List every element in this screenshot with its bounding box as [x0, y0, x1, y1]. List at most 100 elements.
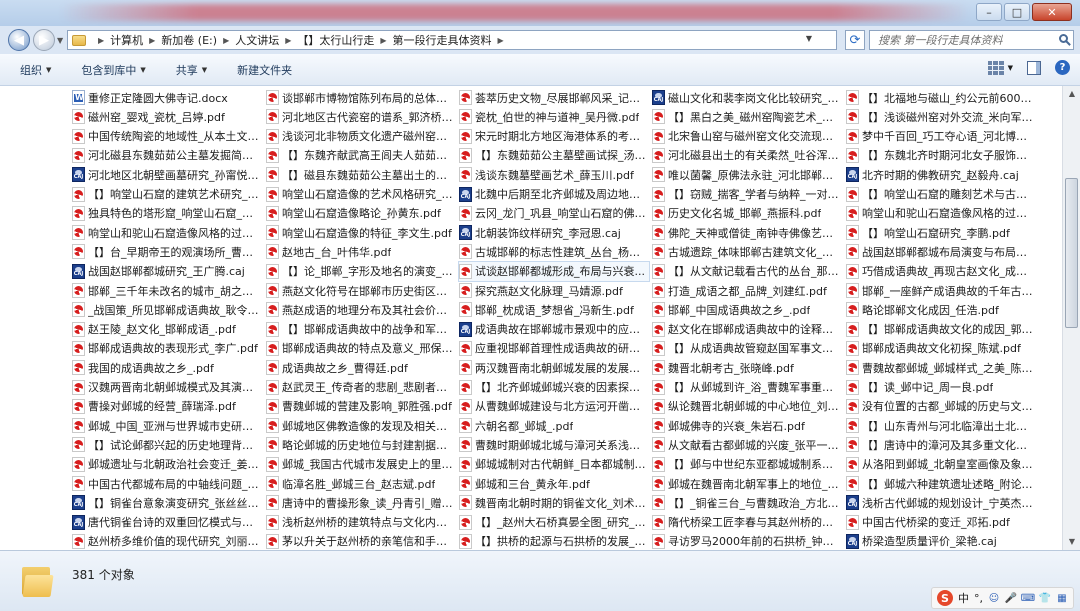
file-item[interactable]: 浅析古代邺城的规划设计_宁英杰.caj [846, 493, 1036, 512]
file-item[interactable]: 赵武灵王_传奇者的悲剧_悲剧者的传... [266, 378, 456, 397]
file-item[interactable]: 略论邯郸文化成因_任浩.pdf [846, 300, 1036, 319]
file-item[interactable]: 河北地区古代瓷窑的谱系_郭济桥.pdf [266, 107, 456, 126]
file-item[interactable]: 六朝名都_邺城_.pdf [459, 416, 649, 435]
file-item[interactable]: 北朝装饰纹样研究_李冠恩.caj [459, 223, 649, 242]
file-item[interactable]: 邯郸_三千年未改名的城市_胡之役.pdf [72, 281, 262, 300]
breadcrumb-separator-icon[interactable]: ▶ [380, 36, 386, 45]
breadcrumb-separator-icon[interactable]: ▶ [98, 36, 104, 45]
file-item[interactable]: 【】_赵州大石桥真晏全图_研究_王... [459, 513, 649, 532]
scrollbar-thumb[interactable] [1065, 178, 1078, 328]
file-item[interactable]: 从洛阳到邺城_北朝皇室画像及象征... [846, 455, 1036, 474]
file-item[interactable]: 【】读_邺中记_周一良.pdf [846, 378, 1036, 397]
microphone-icon[interactable]: 🎤 [1005, 592, 1017, 604]
file-item[interactable]: 北魏中后期至北齐邺城及周边地区造... [459, 185, 649, 204]
file-item[interactable]: 从文献看古都邺城的兴废_张平一.pdf [652, 435, 842, 454]
file-item[interactable]: 河北地区北朝壁画墓研究_孙甯悦.caj [72, 165, 262, 184]
file-item[interactable]: 战国赵邯郸都城布局演变与布局研究... [846, 242, 1036, 261]
file-item[interactable]: 邺城地区佛教造像的发现及相关问题... [266, 416, 456, 435]
file-item[interactable]: 成语典故在邯郸城市景观中的应用研... [459, 320, 649, 339]
file-item[interactable]: 云冈_龙门_巩县_响堂山石窟的佛衣... [459, 204, 649, 223]
file-item[interactable]: 【】山东青州与河北临漳出土北齐石... [846, 416, 1036, 435]
file-item[interactable]: 古城遗踪_体味邯郸古建筑文化_李爱... [652, 242, 842, 261]
file-item[interactable]: 邺城和三台_黄永年.pdf [459, 474, 649, 493]
organize-menu[interactable]: 组织 ▼ [10, 54, 61, 85]
file-item[interactable]: 曹魏时期邺城北城与漳河关系浅析_张... [459, 435, 649, 454]
file-item[interactable]: 邯郸_枕成语_梦想省_冯新生.pdf [459, 300, 649, 319]
file-item[interactable]: 谈邯郸市博物馆陈列布局的总体设计... [266, 88, 456, 107]
file-item[interactable]: 邯郸成语典故文化初探_陈斌.pdf [846, 339, 1036, 358]
file-item[interactable]: 【】台_早期帝王的观演场所_曹飞.pdf [72, 242, 262, 261]
file-item[interactable]: 唐代铜雀台诗的双重回忆模式与宫怨... [72, 513, 262, 532]
file-item[interactable]: 赵州桥多维价值的现代研究_刘丽.pdf [72, 532, 262, 550]
share-menu[interactable]: 共享 ▼ [166, 54, 217, 85]
file-item[interactable]: 【】从邺城到许_浴_曹魏军事重心区... [652, 378, 842, 397]
file-item[interactable]: 【】邺与中世纪东亚都城城制系统_... [652, 455, 842, 474]
file-item[interactable]: 响堂山石窟造像的艺术风格研究_李... [266, 185, 456, 204]
file-item[interactable]: 成语典故之乡_曹得廷.pdf [266, 358, 456, 377]
search-input[interactable] [876, 32, 1050, 48]
file-item[interactable]: 北宋鲁山窑与磁州窑文化交流现象之... [652, 127, 842, 146]
breadcrumb-separator-icon[interactable]: ▶ [149, 36, 155, 45]
file-item[interactable]: 北齐时期的佛教研究_赵毅舟.caj [846, 165, 1036, 184]
address-bar[interactable]: ▶ 计算机 ▶ 新加卷 (E:) ▶ 人文讲坛 ▶ 【】太行山行走 ▶ 第一段行走具体资料 ▶ ▼ [67, 30, 837, 50]
file-item[interactable]: 【】邯郸成语典故中的战争和军事史... [266, 320, 456, 339]
file-item[interactable]: 中国古代桥梁的变迁_邓拓.pdf [846, 513, 1036, 532]
file-item[interactable]: 应重视邯郸首理性成语典故的研究_... [459, 339, 649, 358]
file-item[interactable]: 响堂山石窟造像的特征_李文生.pdf [266, 223, 456, 242]
file-item[interactable]: 【】唐诗中的漳河及其多重文化意蕴... [846, 435, 1036, 454]
file-item[interactable]: 魏晋北朝考古_张晓峰.pdf [652, 358, 842, 377]
file-item[interactable]: 【】铜雀台意象演变研究_张丝丝.caj [72, 493, 262, 512]
file-item[interactable]: 独具特色的塔形窟_响堂山石窟_唐仲... [72, 204, 262, 223]
file-item[interactable]: 古城邯郸的标志性建筑_丛台_杨葳.pdf [459, 242, 649, 261]
file-item[interactable]: 【】从成语典故管窥赵国军事文化_... [652, 339, 842, 358]
file-item[interactable]: 【】窃贼_揣客_学者与纳粹_一对明... [652, 185, 842, 204]
file-item[interactable]: 邺城在魏晋南北朝军事上的地位_杨... [652, 474, 842, 493]
file-item[interactable]: 寻访罗马2000年前的石拱桥_钟本俊... [652, 532, 842, 550]
file-item[interactable]: 宋元时期北方地区海港体系的考古学... [459, 127, 649, 146]
file-item[interactable]: 【】东魏茹茹公主墓壁画试探_汤池... [459, 146, 649, 165]
file-item[interactable]: 燕赵文化符号在邯郸市历史街区改造... [266, 281, 456, 300]
minimize-button[interactable]: – [976, 3, 1002, 21]
file-item[interactable]: 历史文化名城_邯郸_燕振科.pdf [652, 204, 842, 223]
file-item[interactable]: 磁州窑_婴戏_瓷枕_吕婷.pdf [72, 107, 262, 126]
file-item[interactable]: 响堂山和驼山石窟造像风格的过渡特... [846, 204, 1036, 223]
file-item[interactable]: 【】论_邯郸_字形及地名的演变_杜... [266, 262, 456, 281]
file-item[interactable]: 【】北齐邺城邺城兴衰的因素探析_... [459, 378, 649, 397]
scroll-up-icon[interactable]: ▲ [1065, 86, 1079, 102]
recent-pages-dropdown[interactable]: ▼ [57, 36, 63, 45]
file-item[interactable]: 中国传统陶瓷的地域性_从本土文化... [72, 127, 262, 146]
file-item[interactable]: 响堂山和驼山石窟造像风格的过渡特征... [72, 223, 262, 242]
include-in-library-menu[interactable]: 包含到库中 ▼ [71, 54, 155, 85]
file-item[interactable]: 梦中千百回_巧工夺心语_河北博物... [846, 127, 1036, 146]
search-icon[interactable] [1059, 34, 1068, 43]
file-item[interactable]: 桥梁造型质量评价_梁艳.caj [846, 532, 1036, 550]
file-item[interactable]: 曹操对邺城的经营_薛瑞泽.pdf [72, 397, 262, 416]
file-item[interactable]: 战国赵邯郸都城研究_王广腾.caj [72, 262, 262, 281]
file-item[interactable]: 燕赵成语的地理分布及其社会价值的... [266, 300, 456, 319]
breadcrumb-separator-icon[interactable]: ▶ [285, 36, 291, 45]
file-item[interactable]: 【】东魏北齐时期河北女子服饰探析_邢... [846, 146, 1036, 165]
refresh-button[interactable]: ⟳ [845, 30, 865, 50]
preview-pane-icon[interactable] [1027, 60, 1041, 75]
punctuation-mode[interactable]: °, [974, 592, 983, 605]
file-item[interactable]: 【】磁县东魏茹茹公主墓出土的拜占... [266, 165, 456, 184]
help-icon[interactable]: ? [1055, 60, 1070, 75]
file-item[interactable]: 荟萃历史文物_尽展邯郸风采_记邯郸... [459, 88, 649, 107]
file-item[interactable]: 巧借成语典故_再现古赵文化_成语... [846, 262, 1036, 281]
file-item[interactable]: 邺城城制对古代朝鲜_日本都城制度... [459, 455, 649, 474]
file-item[interactable]: 重修正定隆圆大佛寺记.docx [72, 88, 262, 107]
emoji-icon[interactable]: ☺ [988, 592, 1000, 604]
file-item[interactable]: 探究燕赵文化脉理_马婧源.pdf [459, 281, 649, 300]
file-item[interactable]: 临漳名胜_邺城三台_赵志斌.pdf [266, 474, 456, 493]
file-item[interactable]: 瓷枕_伯世的神与道神_吴丹微.pdf [459, 107, 649, 126]
file-item[interactable]: 【】浅谈磁州窑对外交流_米向军.pdf [846, 107, 1036, 126]
file-item[interactable]: 【】邯郸成语典故文化的成因_郭秀... [846, 320, 1036, 339]
file-item[interactable]: 赵王陵_赵文化_邯郸成语_.pdf [72, 320, 262, 339]
file-item[interactable]: 邺城_我国古代城市发展史上的里程... [266, 455, 456, 474]
file-item[interactable]: 河北磁县出土的有关柔然_吐谷浑等... [652, 146, 842, 165]
change-view-icon[interactable] [987, 60, 1004, 75]
file-item[interactable]: 邯郸成语典故的特点及意义_邢保良... [266, 339, 456, 358]
file-item[interactable]: 【】黑白之美_磁州窑陶瓷艺术_党永... [652, 107, 842, 126]
sogou-ime-icon[interactable]: S [937, 590, 953, 606]
breadcrumb-separator-icon[interactable]: ▶ [223, 36, 229, 45]
